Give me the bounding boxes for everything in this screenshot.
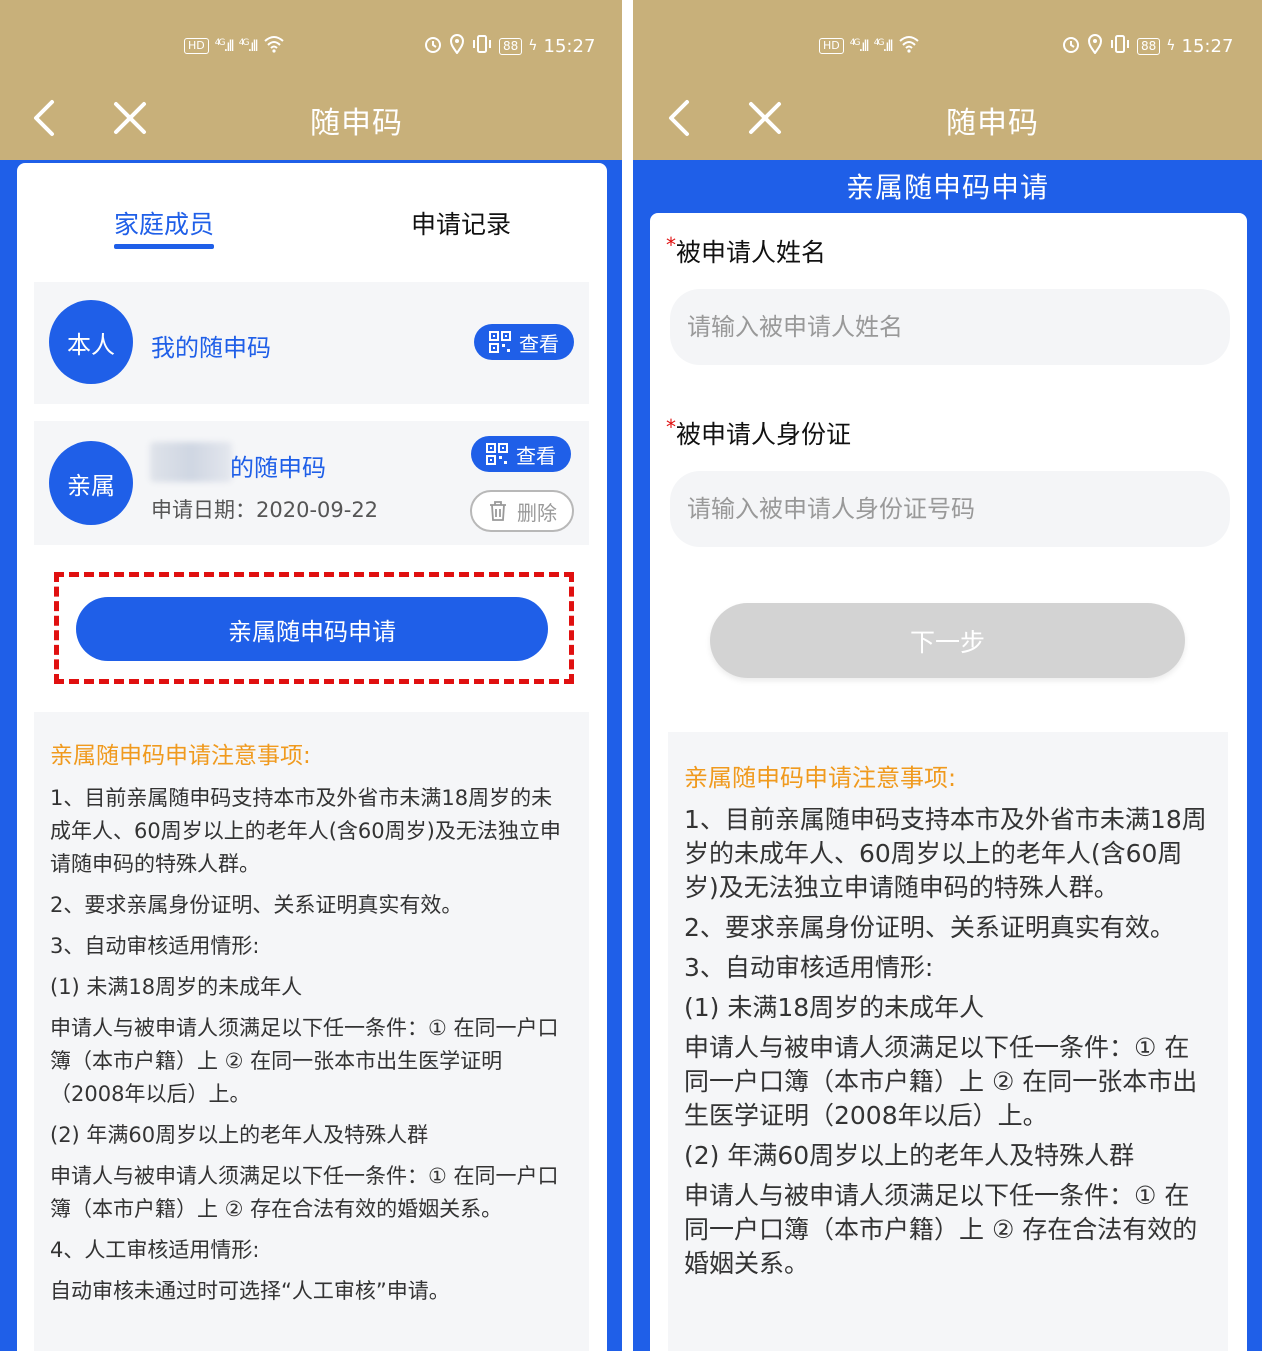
notes-title: 亲属随申码申请注意事项: [684,764,957,792]
view-button-self[interactable]: 查看 [474,324,574,360]
note-item: 1、目前亲属随申码支持本市及外省市未满18周岁的未成年人、60周岁以上的老年人(… [684,805,1207,902]
back-chevron-icon[interactable] [30,98,58,138]
alarm-icon [1061,34,1081,59]
left-screen: HD 4G.ıll 4G.ıll 88 ϟ 15:27 随申码 家庭成员 申请记… [0,0,622,1351]
wifi-icon [898,35,920,58]
status-bar-left: HD 4G.ıll 4G.ıll [184,32,285,60]
vibrate-icon [1109,34,1131,59]
application-date: 申请日期：2020-09-22 [151,498,379,522]
status-bar-right: 88 ϟ 15:27 [1061,32,1233,60]
note-item: 3、自动审核适用情形: [50,934,260,958]
id-field-label: *被申请人身份证 [666,415,852,449]
location-icon [449,33,465,59]
hd-badge: HD [184,38,209,54]
note-item: 3、自动审核适用情形: [684,953,934,982]
id-number-input[interactable] [670,471,1230,547]
divider [622,0,633,1351]
battery-icon: 88 [1137,37,1161,55]
delete-label: 删除 [517,500,557,525]
required-mark: * [666,415,676,439]
signal-icon: 4G.ıll [238,37,259,55]
charging-icon: ϟ [528,38,538,54]
note-item: (1) 未满18周岁的未成年人 [684,993,985,1022]
note-item: 申请人与被申请人须满足以下任一条件：① 在同一户口簿（本市户籍）上 ② 存在合法… [684,1181,1198,1278]
back-chevron-icon[interactable] [665,98,693,138]
page-title: 随申码 [310,106,403,141]
status-bar-right: 88 ϟ 15:27 [423,32,595,60]
status-bar-left: HD 4G.ıll 4G.ıll [819,32,920,60]
notes-section: 亲属随申码申请注意事项: 1、目前亲属随申码支持本市及外省市未满18周岁的未成年… [34,712,589,1351]
note-item: (1) 未满18周岁的未成年人 [50,975,303,999]
redacted-name [150,442,232,482]
app-header: HD 4G.ıll 4G.ıll 88 ϟ 15:27 随申码 [633,0,1262,160]
signal-icon: 4G.ıll [849,37,870,55]
name-field-label: *被申请人姓名 [666,233,827,267]
note-item: 4、人工审核适用情形: [50,1238,260,1262]
delete-button-relative[interactable]: 删除 [470,490,574,532]
battery-icon: 88 [499,37,523,55]
member-name-self: 我的随申码 [151,334,271,362]
active-tab-indicator [114,244,214,249]
close-icon[interactable] [112,100,148,136]
note-item: 2、要求亲属身份证明、关系证明真实有效。 [684,913,1175,942]
tab-application-records[interactable]: 申请记录 [411,205,511,241]
alarm-icon [423,34,443,59]
location-icon [1087,33,1103,59]
right-screen: HD 4G.ıll 4G.ıll 88 ϟ 15:27 随申码 亲属随申码申请 [633,0,1262,1351]
trash-icon [490,501,506,521]
close-icon[interactable] [747,100,783,136]
tab-family-members[interactable]: 家庭成员 [114,205,214,241]
signal-icon: 4G.ıll [873,37,894,55]
charging-icon: ϟ [1166,38,1176,54]
app-header: HD 4G.ıll 4G.ıll 88 ϟ 15:27 随申码 [0,0,622,160]
avatar-self: 本人 [49,300,133,384]
status-time: 15:27 [543,35,596,57]
form-title: 亲属随申码申请 [845,171,1049,204]
next-step-button[interactable]: 下一步 [710,603,1185,678]
signal-icon: 4G.ıll [214,37,235,55]
note-item: 申请人与被申请人须满足以下任一条件：① 在同一户口簿（本市户籍）上 ② 存在合法… [50,1164,559,1221]
note-item: (2) 年满60周岁以上的老年人及特殊人群 [50,1123,429,1147]
note-item: 申请人与被申请人须满足以下任一条件：① 在同一户口簿（本市户籍）上 ② 在同一张… [684,1033,1198,1130]
wifi-icon [263,35,285,58]
view-label: 查看 [519,331,559,356]
note-item: 1、目前亲属随申码支持本市及外省市未满18周岁的未成年人、60周岁以上的老年人(… [50,786,561,876]
notes-title: 亲属随申码申请注意事项: [50,743,311,769]
relative-code-apply-button[interactable]: 亲属随申码申请 [76,597,548,661]
note-item: 申请人与被申请人须满足以下任一条件：① 在同一户口簿（本市户籍）上 ② 在同一张… [50,1016,559,1106]
status-time: 15:27 [1181,35,1234,57]
qr-code-icon [489,331,511,353]
avatar-relative: 亲属 [49,441,133,525]
note-item: 2、要求亲属身份证明、关系证明真实有效。 [50,893,463,917]
required-mark: * [666,233,676,257]
note-item: 自动审核未通过时可选择“人工审核”申请。 [50,1279,450,1303]
view-button-relative[interactable]: 查看 [471,436,571,472]
qr-code-icon [486,443,508,465]
member-name-relative: 的随申码 [230,454,326,482]
vibrate-icon [471,34,493,59]
note-item: (2) 年满60周岁以上的老年人及特殊人群 [684,1141,1135,1170]
view-label: 查看 [516,443,556,468]
notes-section: 亲属随申码申请注意事项: 1、目前亲属随申码支持本市及外省市未满18周岁的未成年… [668,732,1228,1351]
page-title: 随申码 [946,106,1039,141]
hd-badge: HD [819,38,844,54]
name-input[interactable] [670,289,1230,365]
